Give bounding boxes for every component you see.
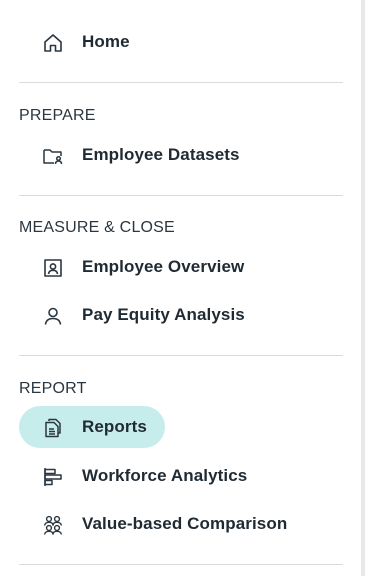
section-title-measure-close: MEASURE & CLOSE: [19, 219, 175, 236]
documents-icon: [42, 417, 64, 439]
sidebar-item-label: Reports: [82, 417, 147, 436]
folder-user-icon: [42, 145, 64, 167]
sidebar-item-label: Employee Datasets: [82, 145, 240, 164]
users-group-icon: [42, 514, 64, 536]
sidebar-item-workforce-analytics[interactable]: Workforce Analytics: [19, 455, 259, 497]
sidebar-item-reports[interactable]: Reports: [19, 406, 165, 448]
sidebar-item-label: Pay Equity Analysis: [82, 305, 245, 324]
divider: [19, 82, 343, 83]
sidebar-item-value-based-comparison[interactable]: Value-based Comparison: [19, 503, 299, 545]
section-title-prepare: PREPARE: [19, 107, 96, 124]
id-card-icon: [42, 257, 64, 279]
divider: [19, 195, 343, 196]
sidebar-item-employee-datasets[interactable]: Employee Datasets: [19, 134, 249, 176]
sidebar-item-label: Value-based Comparison: [82, 514, 288, 533]
user-icon: [42, 305, 64, 327]
section-title-report: REPORT: [19, 380, 87, 397]
sidebar-item-label: Home: [82, 32, 130, 51]
scrollbar-track[interactable]: [361, 0, 365, 576]
sidebar-nav: Home PREPARE Employee Datasets MEASURE &…: [0, 0, 361, 576]
sidebar-item-pay-equity-analysis[interactable]: Pay Equity Analysis: [19, 294, 259, 336]
bar-chart-icon: [42, 466, 64, 488]
sidebar-item-label: Workforce Analytics: [82, 466, 248, 485]
home-icon: [42, 32, 64, 54]
divider: [19, 355, 343, 356]
sidebar-item-label: Employee Overview: [82, 257, 245, 276]
sidebar-item-employee-overview[interactable]: Employee Overview: [19, 246, 259, 288]
divider: [19, 564, 343, 565]
sidebar-item-home[interactable]: Home: [19, 21, 165, 63]
